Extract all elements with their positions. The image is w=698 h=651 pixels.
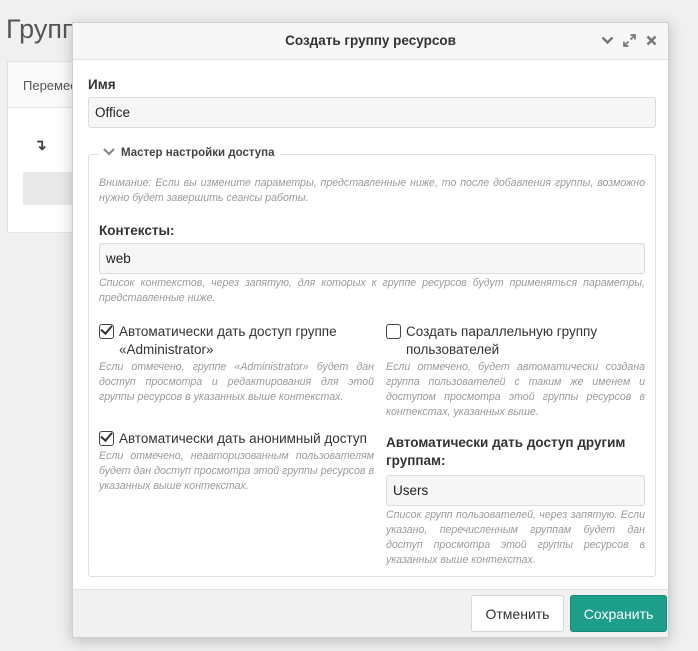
save-button[interactable]: Сохранить (570, 595, 667, 632)
dialog-tools (601, 32, 658, 48)
anon-access-label: Автоматически дать анонимный доступ (119, 431, 367, 446)
warning-text: Внимание: Если вы измените параметры, пр… (99, 177, 645, 204)
dialog-header[interactable]: Создать группу ресурсов (73, 23, 668, 60)
parallel-group-checkbox-row[interactable]: Создать параллельную группу пользователе… (386, 323, 645, 359)
other-groups-input[interactable]: Users (386, 475, 645, 506)
dialog-title: Создать группу ресурсов (285, 33, 456, 48)
parallel-group-checkbox[interactable] (386, 324, 401, 339)
other-groups-label: Автоматически дать доступ другим группам… (386, 435, 626, 468)
admin-access-checkbox[interactable] (99, 324, 114, 339)
contexts-label: Контексты: (99, 223, 175, 238)
create-resource-group-dialog: Создать группу ресурсов Имя Office Масте… (72, 22, 669, 638)
anon-access-checkbox[interactable] (99, 431, 114, 446)
cancel-button[interactable]: Отменить (471, 595, 564, 632)
admin-access-help: Если отмечено, группе «Administrator» бу… (99, 361, 374, 403)
page-title: Групп (6, 14, 77, 44)
name-input[interactable]: Office (88, 97, 656, 128)
contexts-help: Список контекстов, через запятую, для ко… (99, 277, 645, 304)
anon-access-help: Если отмечено, неавторизованным пользова… (99, 450, 374, 492)
admin-access-checkbox-row[interactable]: Автоматически дать доступ группе «Admini… (99, 323, 374, 359)
close-icon[interactable] (645, 32, 658, 48)
chevron-down-icon[interactable] (601, 32, 614, 48)
dialog-footer: Отменить Сохранить (73, 589, 668, 637)
options-columns: Автоматически дать доступ группе «Admini… (99, 323, 645, 568)
right-column: Создать параллельную группу пользователе… (386, 323, 645, 568)
parallel-group-label: Создать параллельную группу пользователе… (406, 324, 598, 357)
dialog-body: Имя Office Мастер настройки доступа Вним… (88, 68, 656, 577)
parallel-group-help: Если отмечено, будет автоматически созда… (386, 361, 645, 418)
anon-access-checkbox-row[interactable]: Автоматически дать анонимный доступ (99, 430, 374, 448)
expand-icon[interactable] (623, 32, 636, 48)
name-label: Имя (88, 77, 116, 92)
other-groups-help: Список групп пользователей, через запяту… (386, 509, 645, 566)
left-column: Автоматически дать доступ группе «Admini… (99, 323, 374, 568)
row-arrow-icon[interactable]: ↴ (34, 136, 47, 154)
contexts-input[interactable]: web (99, 243, 645, 274)
access-wizard-toggle[interactable]: Мастер настройки доступа (99, 147, 280, 159)
access-wizard-fieldset: Мастер настройки доступа Внимание: Если … (88, 147, 656, 577)
access-wizard-legend: Мастер настройки доступа (121, 147, 275, 159)
admin-access-label: Автоматически дать доступ группе «Admini… (119, 324, 337, 357)
chevron-down-icon (103, 147, 115, 159)
